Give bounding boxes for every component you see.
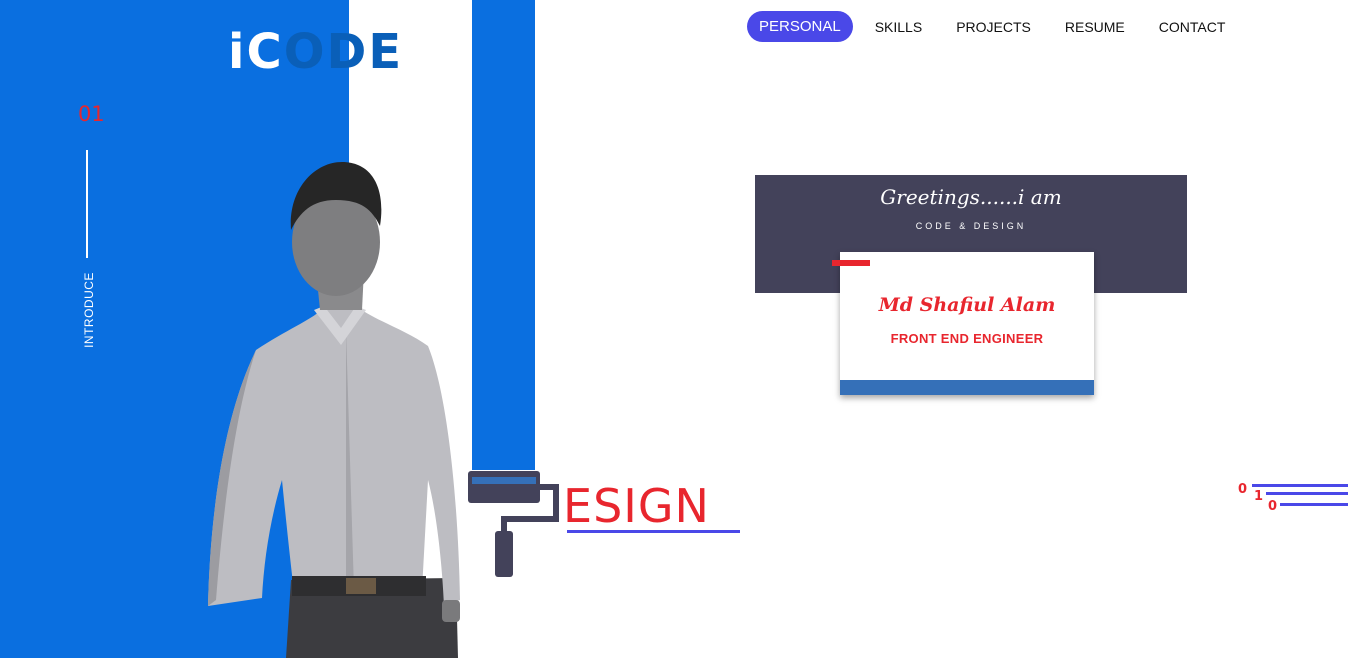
hero-title: iCODE & (228, 22, 473, 82)
red-accent-bar (832, 260, 870, 266)
binary-lines-decoration: 0 1 0 (1238, 482, 1348, 514)
card-stripe (840, 380, 1094, 395)
binary-digit: 0 (1238, 482, 1247, 497)
nav-personal[interactable]: PERSONAL (747, 11, 853, 42)
greeting-script: Greetings......i am (880, 185, 1062, 209)
vertical-divider (86, 150, 88, 258)
section-number: 01 (78, 102, 105, 126)
nav-resume[interactable]: RESUME (1053, 12, 1137, 42)
nav-skills[interactable]: SKILLS (863, 12, 934, 42)
nav-contact[interactable]: CONTACT (1147, 12, 1238, 42)
section-label: INTRODUCE (82, 272, 96, 348)
binary-digit: 0 (1268, 499, 1277, 514)
design-word: ESIGN (563, 479, 710, 533)
binary-digit: 1 (1254, 489, 1263, 504)
profile-photo (208, 162, 460, 658)
greeting-subtitle: CODE & DESIGN (915, 221, 1027, 231)
paint-roller-icon (468, 471, 559, 577)
hero-title-ampersand: & (429, 24, 473, 80)
hero-title-part1: iC (228, 24, 284, 80)
main-nav: PERSONAL SKILLS PROJECTS RESUME CONTACT (747, 11, 1247, 42)
hero-title-part2: ODE (283, 24, 404, 80)
name-card: Md Shafiul Alam FRONT END ENGINEER (840, 252, 1094, 395)
nav-projects[interactable]: PROJECTS (944, 12, 1043, 42)
person-name: Md Shafiul Alam (878, 294, 1056, 316)
design-underline (567, 530, 740, 533)
person-role: FRONT END ENGINEER (890, 331, 1044, 346)
blue-panel-right (472, 0, 535, 470)
